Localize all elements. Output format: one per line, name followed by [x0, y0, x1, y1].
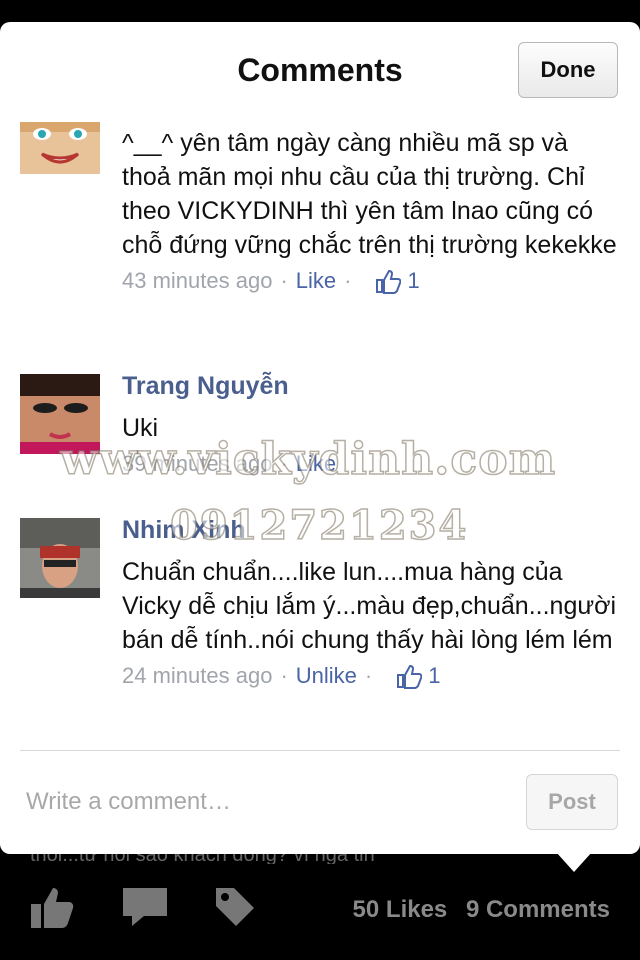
comment-meta: 24 minutes ago · Unlike · 1 — [122, 663, 622, 689]
like-count: 1 — [407, 268, 420, 293]
comment-author[interactable]: Trang Nguyễn — [122, 372, 622, 401]
like-count: 1 — [428, 663, 441, 688]
avatar[interactable] — [20, 518, 100, 598]
comment-text: Chuẩn chuẩn....like lun....mua hàng của … — [122, 558, 617, 654]
separator: · — [280, 663, 288, 688]
comment-text: ^__^ yên tâm ngày càng nhiều mã sp và th… — [122, 129, 617, 259]
like-button[interactable]: Like — [296, 268, 336, 294]
bottom-toolbar: 50 Likes 9 Comments — [0, 870, 640, 960]
divider — [20, 750, 620, 751]
comment-content: ^__^ yên tâm ngày càng nhiều mã sp và th… — [122, 126, 622, 294]
thumbs-up-icon — [396, 663, 423, 689]
thumbs-up-icon — [375, 268, 402, 294]
comment-input[interactable] — [24, 778, 508, 826]
comments-panel: Comments Done ^__^ yên tâm ngày càng nhi… — [0, 22, 640, 854]
separator: · — [364, 663, 373, 688]
post-stats: 50 Likes 9 Comments — [341, 896, 610, 924]
separator: · — [280, 268, 288, 293]
panel-pointer — [556, 852, 592, 872]
likes-count-link[interactable]: 50 Likes — [353, 896, 448, 923]
post-button[interactable]: Post — [526, 774, 618, 830]
watermark-site: www.vickydinh.com — [59, 433, 557, 486]
watermark-phone: 0912721234 — [169, 501, 469, 550]
comment-composer: Post — [0, 772, 640, 836]
done-button[interactable]: Done — [518, 42, 618, 98]
comment-meta: 43 minutes ago · Like · 1 — [122, 268, 622, 294]
comments-header: Comments Done — [0, 22, 640, 120]
comments-count-link[interactable]: 9 Comments — [466, 896, 610, 923]
avatar[interactable] — [20, 122, 100, 174]
separator: · — [344, 268, 352, 293]
comment-time: 43 minutes ago — [122, 268, 273, 293]
unlike-button[interactable]: Unlike — [296, 663, 357, 689]
comment-time: 24 minutes ago — [122, 663, 273, 688]
tag-icon[interactable] — [210, 882, 260, 932]
like-icon[interactable] — [28, 882, 78, 932]
comment-icon[interactable] — [120, 882, 170, 932]
